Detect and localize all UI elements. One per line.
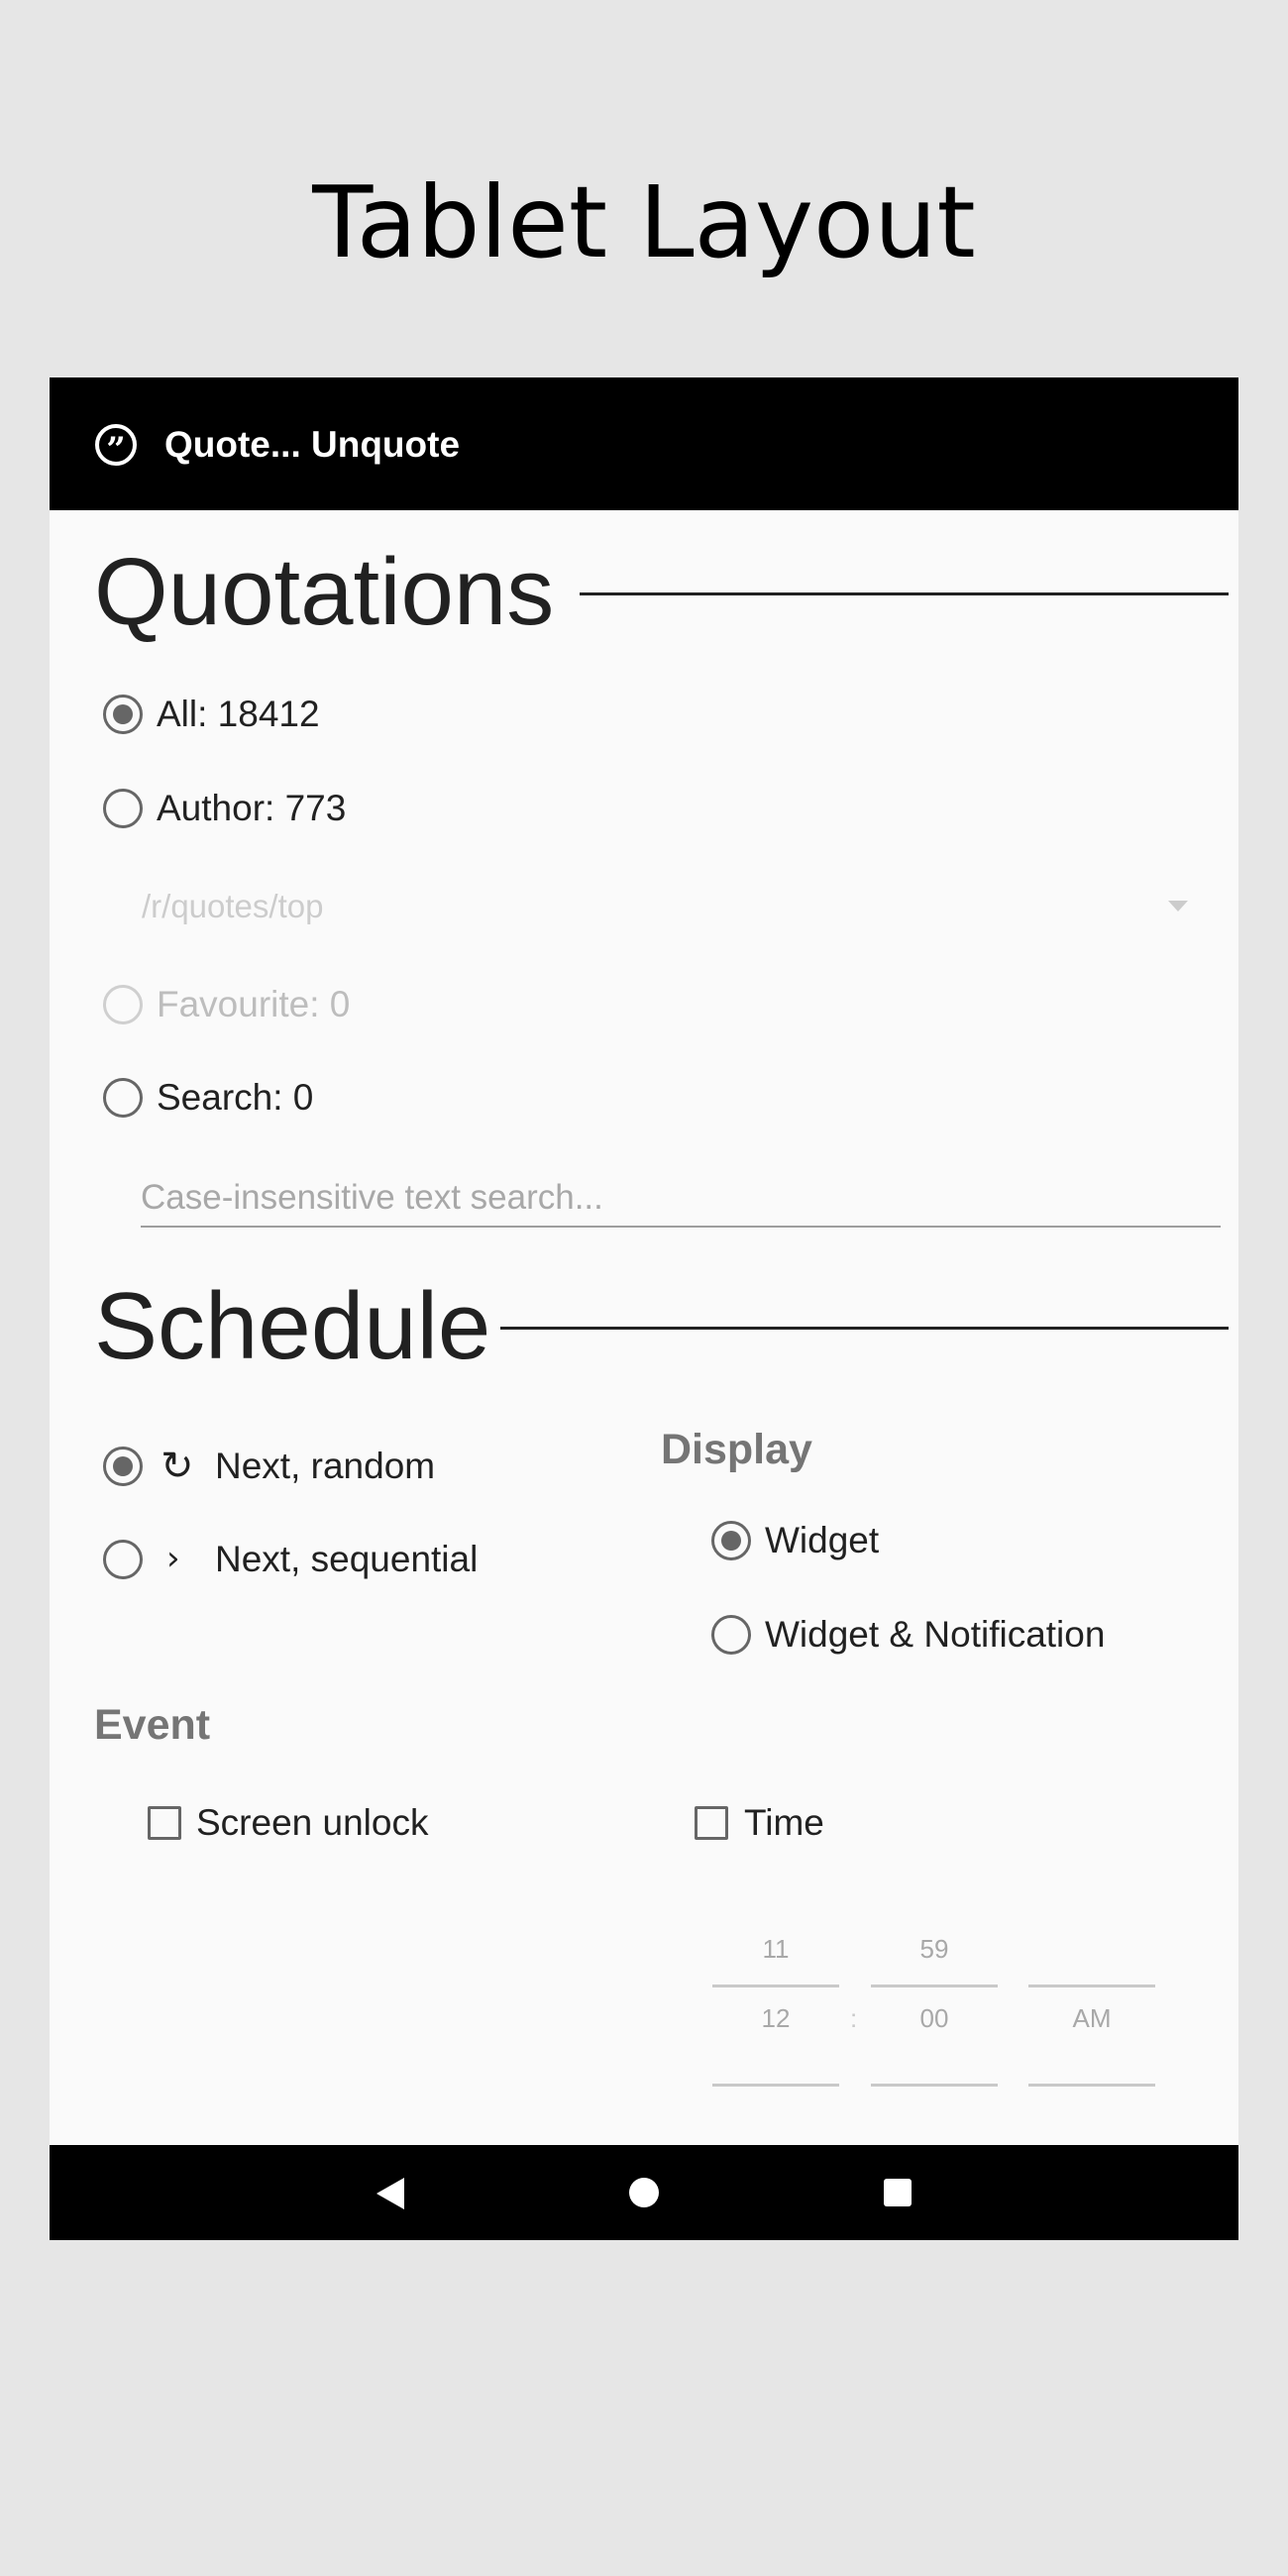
chevron-right-icon: › [166,1539,180,1578]
search-input[interactable] [141,1170,1221,1228]
hour-value[interactable]: 12 [712,2002,839,2034]
app-bar: ” Quote... Unquote [50,377,1238,510]
radio-favourite-label[interactable]: Favourite: 0 [157,983,350,1026]
minute-value[interactable]: 00 [871,2002,998,2034]
radio-search-label[interactable]: Search: 0 [157,1076,313,1120]
ampm-divider-bottom [1028,2084,1155,2087]
quotations-header: Quotations [94,533,1229,652]
ampm-picker[interactable]: AM [1028,1933,1155,2092]
minute-picker[interactable]: 59 00 [871,1933,998,2092]
recents-icon[interactable] [884,2179,912,2206]
refresh-icon: ↻ [161,1444,194,1489]
app-title: Quote... Unquote [164,424,461,465]
radio-next-sequential-label[interactable]: Next, sequential [215,1538,478,1581]
source-dropdown[interactable]: /r/quotes/top [142,887,323,926]
dropdown-arrow-icon[interactable] [1168,901,1188,912]
display-heading: Display [661,1426,812,1473]
radio-widget-notification[interactable] [711,1615,751,1655]
minute-divider-top [871,1985,998,1987]
ampm-value[interactable]: AM [1028,2002,1155,2034]
schedule-divider [500,1327,1229,1330]
schedule-header: Schedule [94,1267,1229,1386]
radio-author[interactable] [103,789,143,828]
radio-next-random[interactable] [103,1447,143,1486]
schedule-title: Schedule [94,1273,491,1379]
hour-divider-top [712,1985,839,1987]
back-icon[interactable] [376,2178,404,2209]
screen-unlock-checkbox[interactable] [148,1806,181,1840]
ampm-divider-top [1028,1985,1155,1987]
radio-next-sequential[interactable] [103,1540,143,1579]
system-nav-bar [50,2145,1238,2240]
quote-icon: ” [95,424,137,470]
page-title: Tablet Layout [312,164,976,280]
time-label[interactable]: Time [744,1801,824,1845]
radio-widget-notification-label[interactable]: Widget & Notification [765,1613,1105,1657]
radio-favourite[interactable] [103,985,143,1024]
radio-widget-label[interactable]: Widget [765,1519,879,1562]
radio-widget[interactable] [711,1521,751,1560]
hour-picker[interactable]: 11 12 [712,1933,839,2092]
time-separator: : [850,2003,858,2033]
quotations-title: Quotations [94,539,555,645]
radio-all-label[interactable]: All: 18412 [157,693,320,736]
radio-search[interactable] [103,1078,143,1118]
radio-author-label[interactable]: Author: 773 [157,787,346,830]
screen-unlock-label[interactable]: Screen unlock [196,1801,428,1845]
home-icon[interactable] [629,2178,659,2207]
event-heading: Event [94,1701,211,1749]
minute-divider-bottom [871,2084,998,2087]
minute-above[interactable]: 59 [871,1933,998,1965]
quotations-divider [580,592,1229,595]
tablet-screen: ” Quote... Unquote Quotations All: 18412… [50,377,1238,2240]
hour-divider-bottom [712,2084,839,2087]
time-checkbox[interactable] [695,1806,728,1840]
hour-above[interactable]: 11 [712,1933,839,1965]
radio-next-random-label[interactable]: Next, random [215,1445,435,1488]
radio-all[interactable] [103,695,143,734]
